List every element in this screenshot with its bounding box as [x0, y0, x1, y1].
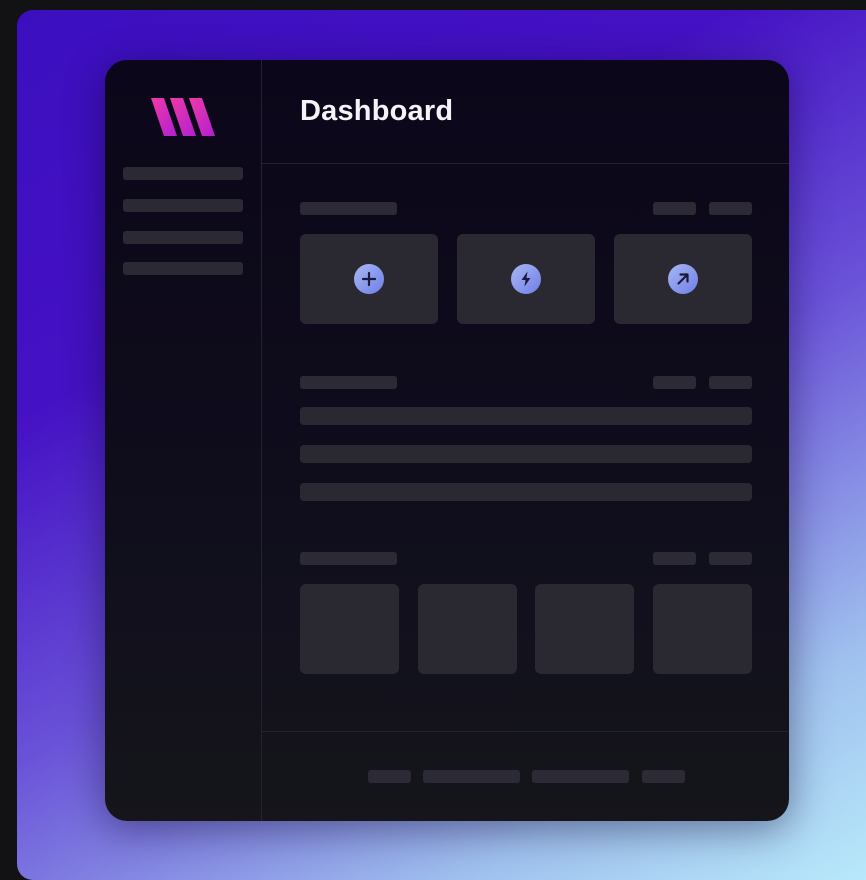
quick-action-card-add[interactable]	[300, 234, 438, 324]
sidebar-item-placeholder[interactable]	[123, 167, 243, 180]
tile-placeholder[interactable]	[418, 584, 517, 674]
quick-action-card-open[interactable]	[614, 234, 752, 324]
plus-icon	[354, 264, 384, 294]
lightning-bolt-icon	[511, 264, 541, 294]
list-row-placeholder[interactable]	[300, 407, 752, 425]
footer-link-placeholder[interactable]	[532, 770, 629, 783]
page-header: Dashboard	[262, 60, 789, 164]
gradient-background: Dashboard	[17, 10, 866, 880]
section-action-placeholder[interactable]	[709, 202, 752, 215]
section-action-placeholder[interactable]	[653, 552, 696, 565]
tile-placeholder[interactable]	[535, 584, 634, 674]
section-heading-placeholder	[300, 202, 397, 215]
tile-placeholder[interactable]	[300, 584, 399, 674]
footer-link-placeholder[interactable]	[368, 770, 411, 783]
footer-link-placeholder[interactable]	[423, 770, 520, 783]
tile-placeholder[interactable]	[653, 584, 752, 674]
list-row-placeholder[interactable]	[300, 483, 752, 501]
sidebar	[105, 60, 262, 821]
quick-action-card-bolt[interactable]	[457, 234, 595, 324]
list-row-placeholder[interactable]	[300, 445, 752, 463]
sidebar-item-placeholder[interactable]	[123, 262, 243, 275]
sidebar-item-placeholder[interactable]	[123, 199, 243, 212]
section-heading-placeholder	[300, 552, 397, 565]
section-action-placeholder[interactable]	[709, 376, 752, 389]
page-footer	[262, 731, 789, 821]
page-title: Dashboard	[300, 95, 454, 127]
footer-link-placeholder[interactable]	[642, 770, 685, 783]
sidebar-item-placeholder[interactable]	[123, 231, 243, 244]
arrow-up-right-icon	[668, 264, 698, 294]
brand-logo-icon[interactable]	[151, 96, 217, 138]
section-action-placeholder[interactable]	[709, 552, 752, 565]
app-window: Dashboard	[105, 60, 789, 821]
section-action-placeholder[interactable]	[653, 202, 696, 215]
section-heading-placeholder	[300, 376, 397, 389]
section-action-placeholder[interactable]	[653, 376, 696, 389]
